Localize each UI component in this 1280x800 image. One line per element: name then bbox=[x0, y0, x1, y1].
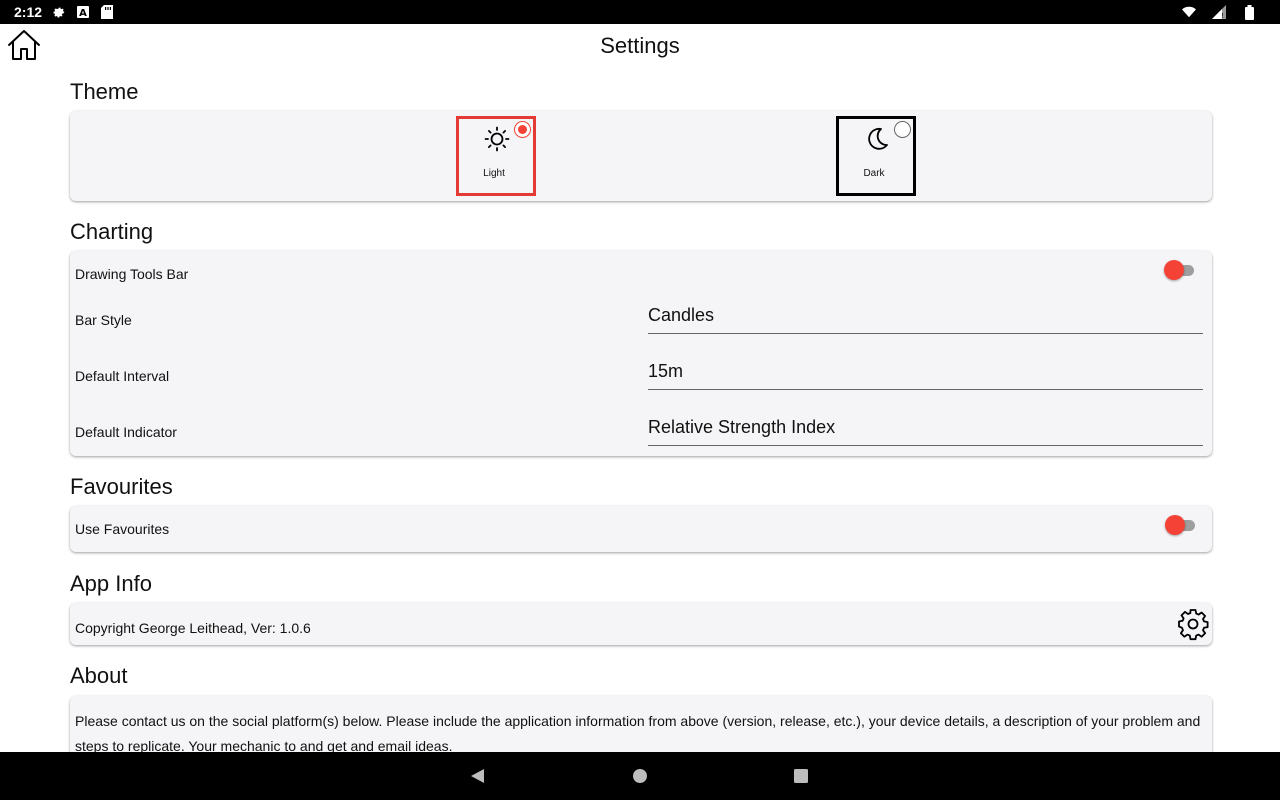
navigation-bar bbox=[0, 752, 1280, 800]
charting-card: Drawing Tools Bar Bar Style Candles Defa… bbox=[70, 251, 1212, 456]
theme-option-label: Light bbox=[483, 168, 505, 179]
about-card: Please contact us on the social platform… bbox=[70, 696, 1212, 752]
moon-icon bbox=[868, 127, 888, 150]
a-badge-icon: A bbox=[76, 5, 90, 19]
status-time: 2:12 bbox=[14, 4, 43, 20]
section-title-app-info: App Info bbox=[70, 571, 152, 596]
drawing-tools-label: Drawing Tools Bar bbox=[75, 266, 189, 282]
page-title: Settings bbox=[600, 33, 680, 58]
recents-icon[interactable] bbox=[791, 766, 811, 786]
theme-option-dark[interactable]: Dark bbox=[836, 116, 916, 196]
theme-option-label: Dark bbox=[863, 168, 885, 179]
default-indicator-label: Default Indicator bbox=[75, 424, 177, 440]
bar-style-label: Bar Style bbox=[75, 312, 132, 328]
signal-icon: ! bbox=[1212, 5, 1226, 19]
copyright-text: Copyright George Leithead, Ver: 1.0.6 bbox=[75, 620, 311, 636]
default-interval-label: Default Interval bbox=[75, 368, 170, 384]
section-title-favourites: Favourites bbox=[70, 474, 173, 499]
about-text: Please contact us on the social platform… bbox=[75, 713, 1201, 752]
bar-style-picker[interactable]: Candles bbox=[648, 302, 1203, 334]
settings-icon bbox=[52, 5, 66, 19]
svg-text:A: A bbox=[79, 8, 87, 18]
battery-icon bbox=[1242, 4, 1256, 20]
home-circle-icon[interactable] bbox=[630, 766, 650, 786]
section-title-about: About bbox=[70, 663, 128, 688]
back-icon[interactable] bbox=[467, 766, 487, 786]
theme-option-light[interactable]: Light bbox=[456, 116, 536, 196]
use-favourites-label: Use Favourites bbox=[75, 521, 170, 537]
default-interval-picker[interactable]: 15m bbox=[648, 358, 1203, 390]
section-title-charting: Charting bbox=[70, 219, 154, 244]
section-title-theme: Theme bbox=[70, 79, 139, 104]
wifi-icon bbox=[1182, 5, 1196, 19]
app-info-card: Copyright George Leithead, Ver: 1.0.6 bbox=[70, 603, 1212, 645]
theme-card: Light Dark bbox=[70, 111, 1212, 201]
theme-radio-light[interactable] bbox=[514, 121, 531, 138]
sd-card-icon bbox=[100, 5, 114, 19]
default-indicator-picker[interactable]: Relative Strength Index bbox=[648, 414, 1203, 446]
sun-icon bbox=[484, 126, 510, 152]
status-bar: 2:12 A ! bbox=[0, 0, 1280, 24]
gear-icon[interactable] bbox=[1176, 607, 1210, 641]
drawing-tools-toggle[interactable] bbox=[1164, 260, 1196, 280]
theme-radio-dark[interactable] bbox=[894, 121, 911, 138]
svg-text:!: ! bbox=[1221, 12, 1224, 19]
settings-screen: Settings Theme Light Dark Charting Drawi… bbox=[0, 24, 1280, 752]
use-favourites-toggle[interactable] bbox=[1165, 515, 1197, 535]
favourites-card: Use Favourites bbox=[70, 506, 1212, 552]
